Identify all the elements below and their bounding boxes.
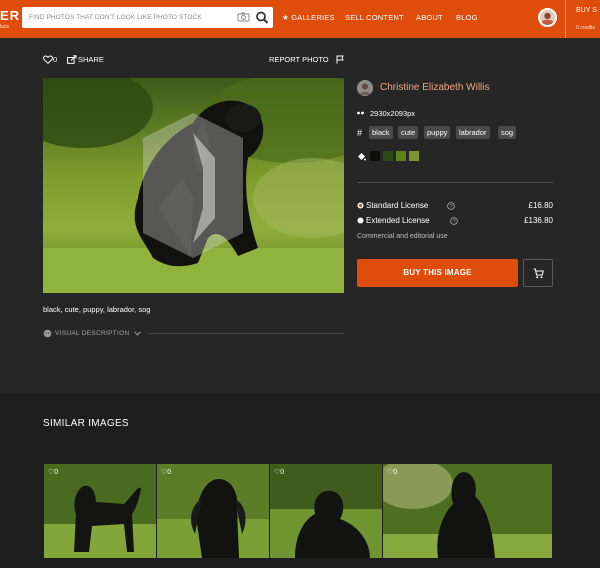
visual-description-toggle[interactable]: VISUAL DESCRIPTION — [55, 330, 130, 337]
extended-license-price: £136.80 — [524, 216, 553, 225]
thumb-like-count: 0 — [393, 469, 398, 476]
tag-chip[interactable]: sog — [498, 126, 517, 139]
extended-license-label[interactable]: Extended License — [366, 216, 430, 225]
image-dimensions: 2930x2093px — [370, 109, 416, 118]
color-swatch[interactable] — [396, 151, 406, 161]
cart-icon — [533, 268, 544, 279]
nav-blog[interactable]: BLOG — [456, 13, 478, 22]
nav-galleries[interactable]: ★ GALLERIES — [282, 13, 335, 22]
standard-license-radio[interactable] — [357, 202, 364, 209]
tag-chip[interactable]: black — [369, 126, 393, 139]
buy-credits-label: BUY S — [576, 7, 597, 14]
buy-credits-button[interactable]: BUY S 0 credits — [565, 0, 600, 38]
search-box: FIND PHOTOS THAT DON'T LOOK LIKE PHOTO S… — [22, 7, 273, 28]
search-icon[interactable] — [253, 9, 271, 26]
svg-text:?: ? — [453, 219, 456, 225]
thumb-like-count: 0 — [167, 469, 172, 476]
help-icon[interactable]: ? — [447, 202, 455, 210]
share-button[interactable]: SHARE — [78, 55, 104, 64]
author-avatar[interactable] — [357, 80, 373, 96]
thumb-like[interactable]: ♡0 — [387, 468, 397, 476]
tag-chip[interactable]: puppy — [424, 126, 451, 139]
main-photo[interactable] — [43, 78, 344, 293]
share-icon[interactable] — [67, 55, 77, 64]
help-icon[interactable]: ? — [450, 217, 458, 225]
similar-image-2 — [157, 464, 269, 558]
tag-chip[interactable]: labrador — [456, 126, 490, 139]
standard-license-price: £16.80 — [528, 201, 553, 210]
color-swatch[interactable] — [370, 151, 380, 161]
hash-icon: # — [357, 128, 363, 138]
robot-icon — [43, 329, 52, 338]
similar-image-thumb[interactable]: ♡0 — [44, 464, 156, 558]
similar-image-thumb[interactable]: ♡0 — [383, 464, 552, 558]
svg-text:?: ? — [450, 204, 453, 210]
similar-image-4 — [383, 464, 552, 558]
similar-image-1 — [44, 464, 156, 558]
nav-sell-content[interactable]: SELL CONTENT — [345, 13, 404, 22]
user-avatar-image — [542, 12, 553, 25]
author-name-link[interactable]: Christine Elizabeth Willis — [380, 82, 489, 93]
extended-license-radio[interactable] — [357, 217, 364, 224]
flag-icon[interactable] — [336, 55, 344, 64]
color-swatch[interactable] — [383, 151, 393, 161]
camera-search-icon[interactable] — [237, 11, 250, 23]
add-to-cart-button[interactable] — [523, 259, 553, 287]
author-avatar-image — [357, 80, 373, 96]
top-navigation-bar: ER lace FIND PHOTOS THAT DON'T LOOK LIKE… — [0, 0, 600, 38]
puppy-photo-image — [43, 78, 344, 293]
similar-image-thumb[interactable]: ♡0 — [157, 464, 269, 558]
thumb-like-count: 0 — [280, 469, 285, 476]
site-logo-tagline: lace — [0, 24, 10, 30]
photo-caption: black, cute, puppy, labrador, sog — [43, 305, 151, 314]
like-count: 0 — [53, 55, 58, 64]
site-logo[interactable]: ER — [0, 8, 20, 23]
color-swatch[interactable] — [409, 151, 419, 161]
thumb-like[interactable]: ♡0 — [161, 468, 171, 476]
license-note: Commercial and editorial use — [357, 233, 448, 240]
user-avatar[interactable] — [538, 8, 557, 27]
similar-images-section: SIMILAR IMAGES ♡0 ♡0 ♡0 ♡0 — [0, 394, 600, 568]
dimensions-icon — [357, 111, 364, 115]
tag-chip[interactable]: cute — [398, 126, 419, 139]
similar-images-title: SIMILAR IMAGES — [43, 418, 129, 429]
nav-about[interactable]: ABOUT — [416, 13, 443, 22]
chevron-down-icon[interactable] — [134, 331, 141, 336]
paint-bucket-icon — [358, 153, 366, 161]
similar-image-thumb[interactable]: ♡0 — [270, 464, 382, 558]
divider — [147, 333, 344, 334]
report-photo-button[interactable]: REPORT PHOTO — [269, 55, 329, 64]
similar-image-3 — [270, 464, 382, 558]
search-input[interactable]: FIND PHOTOS THAT DON'T LOOK LIKE PHOTO S… — [29, 14, 202, 21]
heart-icon[interactable] — [43, 55, 53, 64]
buy-image-button[interactable]: BUY THIS IMAGE — [357, 259, 518, 287]
credits-count: 0 credits — [576, 25, 595, 31]
divider — [357, 182, 553, 183]
thumb-like-count: 0 — [54, 469, 59, 476]
thumb-like[interactable]: ♡0 — [274, 468, 284, 476]
thumb-like[interactable]: ♡0 — [48, 468, 58, 476]
standard-license-label[interactable]: Standard License — [366, 201, 428, 210]
